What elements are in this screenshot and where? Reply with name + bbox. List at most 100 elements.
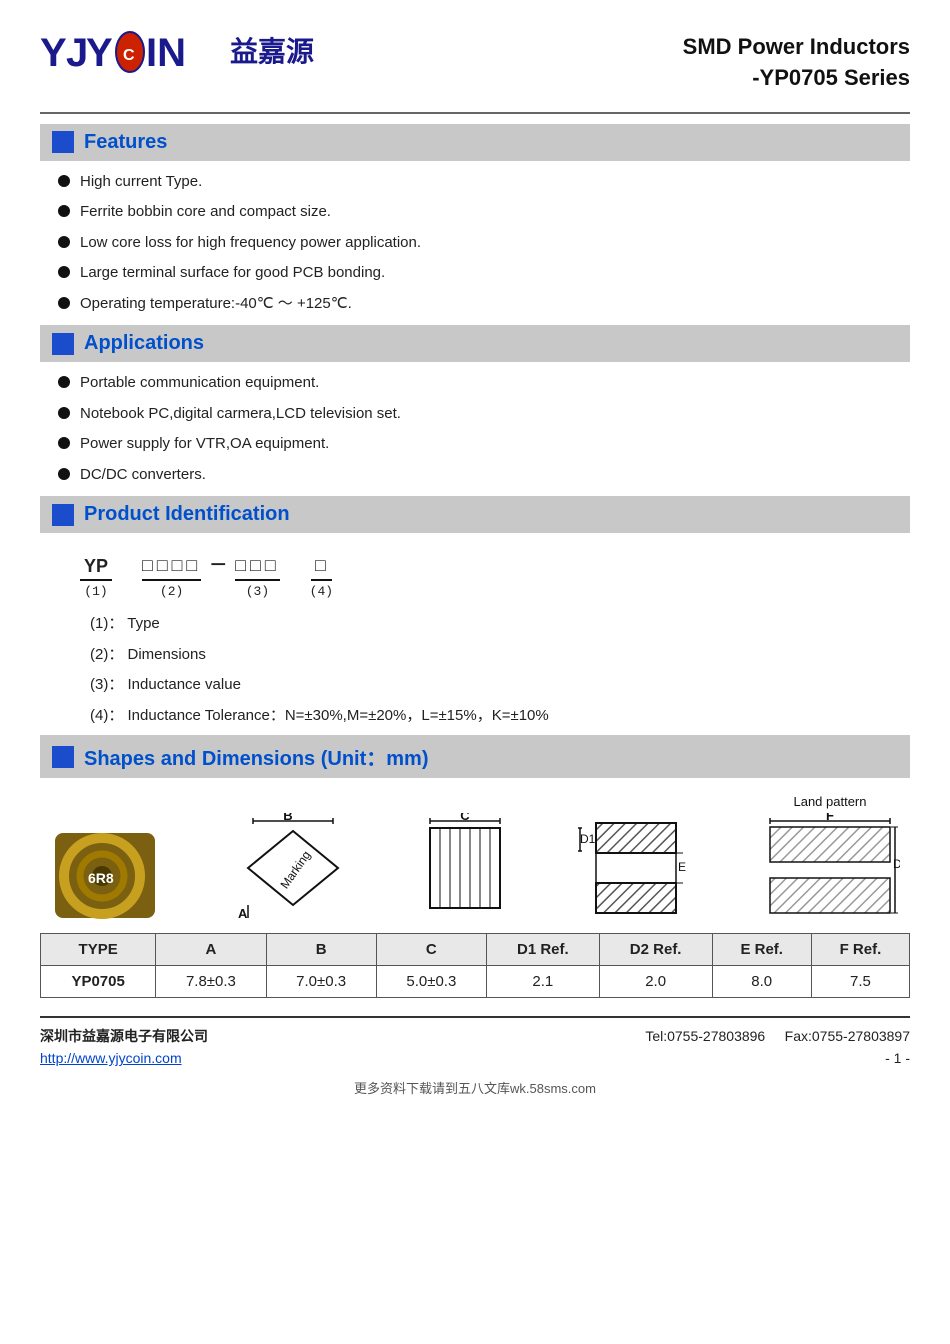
inductor-photo-svg: 6R8 [50,828,160,923]
page-number: - 1 - [645,1047,910,1069]
features-blue-square-icon [52,131,74,153]
bullet-dot [58,437,70,449]
pid-descriptions: (1)： Type (2)： Dimensions (3)： Inductanc… [90,613,910,727]
features-list: High current Type. Ferrite bobbin core a… [58,171,910,316]
cell-a: 7.8±0.3 [156,966,266,998]
svg-text:C: C [460,813,470,823]
cell-b: 7.0±0.3 [266,966,376,998]
col-a: A [156,934,266,966]
footer-fax: Fax:0755-27803897 [785,1028,910,1044]
pid-boxes-4: □□□□ [142,557,201,581]
list-item: Operating temperature:-40℃ ～ +125℃. [58,293,910,316]
app-item-4: DC/DC converters. [80,464,206,487]
product-id-diagram: YP (1) □□□□ (2) － □□□ (3) □ (4) [80,551,910,599]
feature-item-1: High current Type. [80,171,202,194]
header: Y J Y C IN 益嘉源 SMD Power Inductors -YP07… [40,24,910,94]
product-id-blue-square-icon [52,504,74,526]
pid-dash: － [209,551,227,577]
dimension-b-svg: B Marking A [233,813,353,923]
col-b: B [266,934,376,966]
svg-text:C: C [123,47,135,64]
cell-e: 8.0 [712,966,811,998]
company-name: 深圳市益嘉源电子有限公司 [40,1025,208,1047]
col-f: F Ref. [811,934,909,966]
list-item: Ferrite bobbin core and compact size. [58,201,910,224]
svg-text:F: F [826,813,834,823]
header-divider [40,112,910,114]
list-item: Portable communication equipment. [58,372,910,395]
svg-text:D2: D2 [893,857,900,871]
svg-text:IN: IN [146,31,186,75]
cell-c: 5.0±0.3 [376,966,486,998]
feature-item-5: Operating temperature:-40℃ ～ +125℃. [80,293,352,316]
svg-text:Y: Y [40,31,67,75]
title-line1: SMD Power Inductors [683,32,910,63]
shapes-blue-square-icon [52,746,74,768]
dimension-c-diagram: C [425,813,505,923]
svg-text:A: A [238,906,248,921]
bullet-dot [58,236,70,248]
dimension-c-svg: C [425,813,505,923]
app-item-2: Notebook PC,digital carmera,LCD televisi… [80,403,401,426]
bullet-dot [58,297,70,309]
cell-d2: 2.0 [599,966,712,998]
pid-box-1: □ [311,557,332,581]
table-row: YP0705 7.8±0.3 7.0±0.3 5.0±0.3 2.1 2.0 8… [41,966,910,998]
footer-tel-fax: Tel:0755-27803896 Fax:0755-27803897 [645,1025,910,1047]
svg-text:Y: Y [86,31,113,75]
bullet-dot [58,468,70,480]
features-title: Features [84,131,167,154]
col-c: C [376,934,486,966]
shapes-section-header: Shapes and Dimensions (Unit：mm) [40,735,910,778]
pid-part1-num: (1) [84,584,107,599]
applications-title: Applications [84,332,204,355]
applications-list: Portable communication equipment. Notebo… [58,372,910,486]
col-e: E Ref. [712,934,811,966]
footer-left: 深圳市益嘉源电子有限公司 http://www.yjycoin.com [40,1025,208,1070]
pid-part4-num: (4) [310,584,333,599]
inductor-photo-diagram: 6R8 [50,828,160,923]
list-item: Large terminal surface for good PCB bond… [58,262,910,285]
col-type: TYPE [41,934,156,966]
pid-part3-num: (3) [246,584,269,599]
header-title: SMD Power Inductors -YP0705 Series [683,32,910,94]
logo-cn-text: 益嘉源 [230,30,314,70]
bullet-dot [58,266,70,278]
list-item: Low core loss for high frequency power a… [58,232,910,255]
applications-section-header: Applications [40,325,910,362]
table-header-row: TYPE A B C D1 Ref. D2 Ref. E Ref. F Ref. [41,934,910,966]
logo-area: Y J Y C IN 益嘉源 [40,24,314,76]
svg-text:E: E [678,860,686,874]
svg-text:B: B [283,813,292,823]
title-line2: -YP0705 Series [683,63,910,94]
feature-item-3: Low core loss for high frequency power a… [80,232,421,255]
bullet-dot [58,376,70,388]
company-website[interactable]: http://www.yjycoin.com [40,1050,182,1066]
shapes-title: Shapes and Dimensions (Unit：mm) [84,742,429,771]
logo-icon: Y J Y C IN [40,24,220,76]
feature-item-4: Large terminal surface for good PCB bond… [80,262,385,285]
land-pattern-diagram: Land pattern F D2 [760,794,900,923]
svg-text:D1: D1 [580,832,596,846]
shapes-diagrams: 6R8 B Marking A [40,794,910,923]
svg-text:Marking: Marking [277,848,313,891]
svg-text:J: J [66,31,88,75]
dimension-b-diagram: B Marking A [233,813,353,923]
list-item: Power supply for VTR,OA equipment. [58,433,910,456]
list-item: Notebook PC,digital carmera,LCD televisi… [58,403,910,426]
dimension-d-diagram: D1 E [578,813,688,923]
app-item-3: Power supply for VTR,OA equipment. [80,433,329,456]
land-pattern-svg: F D2 [760,813,900,923]
col-d1: D1 Ref. [486,934,599,966]
pid-desc-3: (3)： Inductance value [90,674,910,697]
bullet-dot [58,175,70,187]
features-section-header: Features [40,124,910,161]
list-item: DC/DC converters. [58,464,910,487]
pid-desc-1: (1)： Type [90,613,910,636]
footer: 深圳市益嘉源电子有限公司 http://www.yjycoin.com Tel:… [40,1016,910,1070]
feature-item-2: Ferrite bobbin core and compact size. [80,201,331,224]
app-item-1: Portable communication equipment. [80,372,319,395]
footer-tel: Tel:0755-27803896 [645,1028,765,1044]
bottom-note: 更多资料下载请到五八文库wk.58sms.com [40,1078,910,1097]
footer-right: Tel:0755-27803896 Fax:0755-27803897 - 1 … [645,1025,910,1070]
